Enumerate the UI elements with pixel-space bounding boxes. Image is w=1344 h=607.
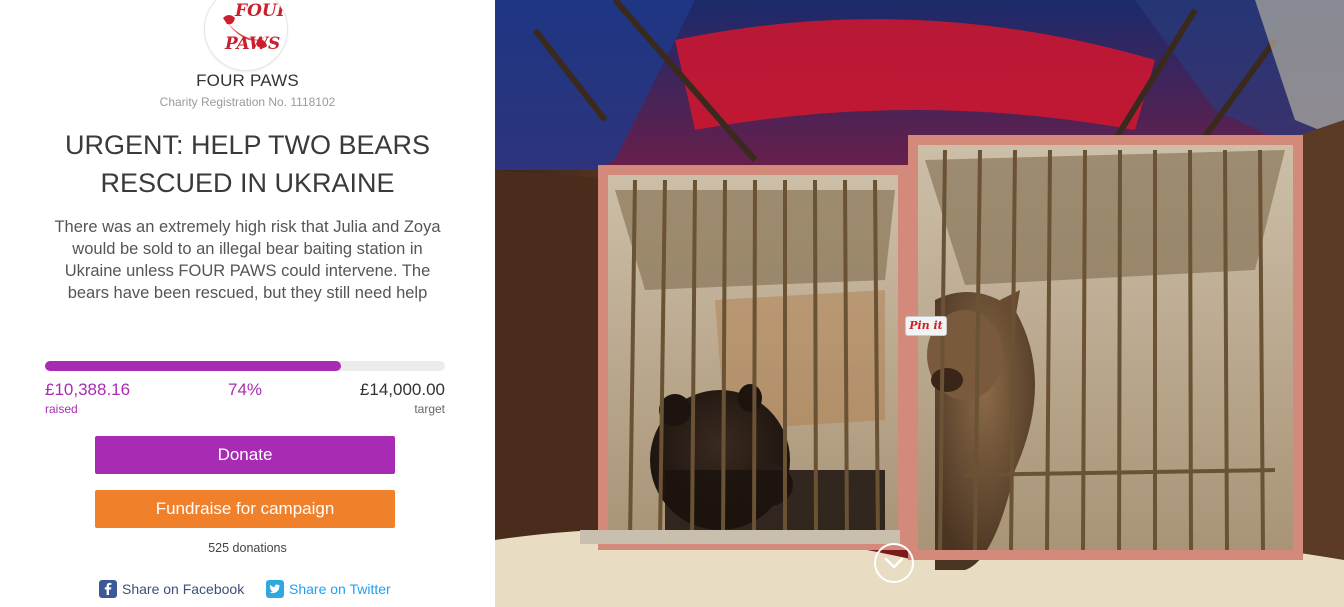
twitter-icon <box>266 580 284 598</box>
campaign-title: URGENT: HELP TWO BEARS RESCUED IN UKRAIN… <box>64 130 431 198</box>
scroll-down-button[interactable] <box>874 543 914 583</box>
chevron-down-icon <box>884 557 904 569</box>
campaign-description: There was an extremely high risk that Ju… <box>54 218 441 302</box>
fundraise-button[interactable]: Fundraise for campaign <box>95 490 395 528</box>
share-facebook-label: Share on Facebook <box>122 581 245 597</box>
donate-button[interactable]: Donate <box>95 436 395 474</box>
hero-photo <box>495 0 1344 607</box>
share-twitter-label: Share on Twitter <box>289 581 391 597</box>
pinterest-pin-button[interactable]: Pin it <box>905 316 947 336</box>
share-facebook-link[interactable]: Share on Facebook <box>99 580 244 598</box>
logo-graphic: FOUR PAWS <box>206 0 287 69</box>
charity-registration: Charity Registration No. 1118102 <box>159 95 336 109</box>
logo-text-paws: PAWS <box>224 34 280 54</box>
progress-percent: 74% <box>227 380 263 399</box>
facebook-icon <box>99 580 117 598</box>
progress-bar-fill <box>45 361 341 371</box>
org-name: FOUR PAWS <box>196 71 299 90</box>
share-twitter-link[interactable]: Share on Twitter <box>266 580 391 598</box>
four-paws-logo: FOUR PAWS <box>204 0 288 71</box>
logo-text-four: FOUR <box>234 1 287 21</box>
donation-count: 525 donations <box>208 541 287 555</box>
target-label: target <box>414 402 445 416</box>
raised-label: raised <box>45 402 78 416</box>
campaign-panel: FOUR PAWS FOUR PAWS Charity Registration… <box>0 0 495 607</box>
hero-image-bears-in-cages: Pin it <box>495 0 1344 607</box>
progress-bar <box>45 361 445 371</box>
target-amount: £14,000.00 <box>359 380 445 399</box>
raised-amount: £10,388.16 <box>45 380 131 399</box>
